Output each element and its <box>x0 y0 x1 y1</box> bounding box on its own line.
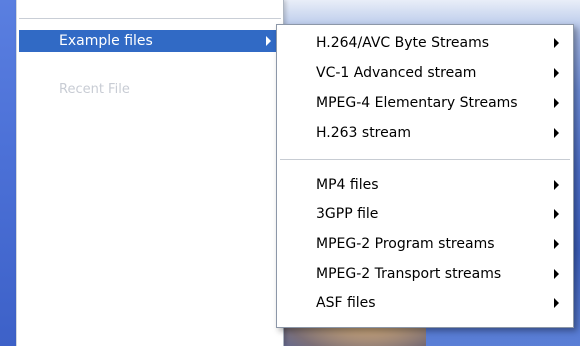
submenu-item-label: MPEG-4 Elementary Streams <box>316 95 518 111</box>
submenu-arrow-icon <box>554 98 559 108</box>
submenu-arrow-icon <box>554 298 559 308</box>
submenu-separator <box>280 159 570 160</box>
submenu-item-vc1[interactable]: VC-1 Advanced stream <box>279 59 571 87</box>
submenu-item-label: VC-1 Advanced stream <box>316 65 477 81</box>
submenu-item-mpeg2-program[interactable]: MPEG-2 Program streams <box>279 230 571 258</box>
menu-item-recent-file[interactable]: Recent File <box>19 78 281 100</box>
menu-item-example-files[interactable]: Example files <box>19 30 281 52</box>
submenu-arrow-icon <box>554 239 559 249</box>
submenu-item-3gpp[interactable]: 3GPP file <box>279 200 571 228</box>
submenu-item-label: H.264/AVC Byte Streams <box>316 35 490 51</box>
submenu-item-h264-avc[interactable]: H.264/AVC Byte Streams <box>279 29 571 57</box>
submenu-item-mpeg4-elementary[interactable]: MPEG-4 Elementary Streams <box>279 89 571 117</box>
submenu-arrow-icon <box>266 36 271 46</box>
submenu-arrow-icon <box>554 68 559 78</box>
submenu-item-mpeg2-transport[interactable]: MPEG-2 Transport streams <box>279 260 571 288</box>
submenu-item-label: ASF files <box>316 295 376 311</box>
submenu-item-label: MPEG-2 Transport streams <box>316 266 502 282</box>
submenu-item-h263[interactable]: H.263 stream <box>279 119 571 147</box>
submenu-item-label: 3GPP file <box>316 206 379 222</box>
submenu-arrow-icon <box>554 128 559 138</box>
example-files-submenu: H.264/AVC Byte Streams VC-1 Advanced str… <box>276 24 574 328</box>
submenu-item-label: MPEG-2 Program streams <box>316 236 495 252</box>
submenu-arrow-icon <box>554 209 559 219</box>
submenu-item-asf[interactable]: ASF files <box>279 289 571 317</box>
submenu-arrow-icon <box>554 38 559 48</box>
submenu-item-label: MP4 files <box>316 177 379 193</box>
submenu-arrow-icon <box>554 269 559 279</box>
menu-separator <box>19 18 281 19</box>
parent-menu: Example files Recent File <box>16 0 284 346</box>
menu-item-label: Example files <box>59 33 153 49</box>
menu-item-label: Recent File <box>59 81 130 97</box>
submenu-item-label: H.263 stream <box>316 125 411 141</box>
submenu-item-mp4[interactable]: MP4 files <box>279 171 571 199</box>
submenu-arrow-icon <box>554 180 559 190</box>
